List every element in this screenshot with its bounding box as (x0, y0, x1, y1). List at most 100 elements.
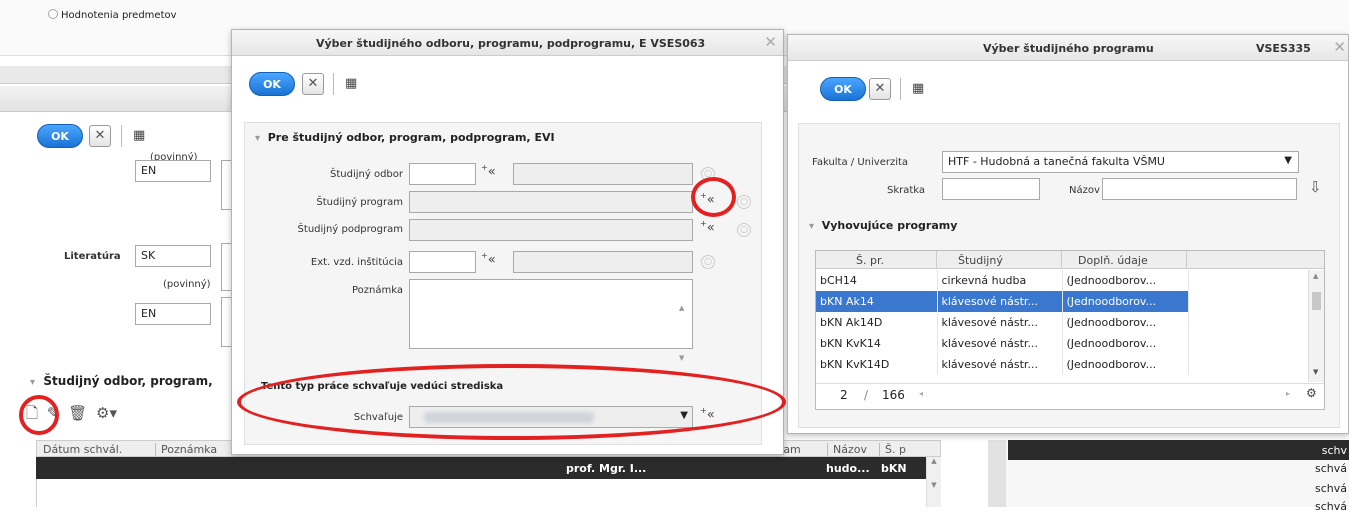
grid-icon[interactable]: ▦ (912, 81, 924, 96)
grid-icon[interactable]: ▦ (345, 76, 357, 91)
table-cell: (Jednoodborov... (1062, 270, 1189, 291)
lang-en-field-2[interactable]: EN (135, 303, 211, 325)
clear-podprogram-icon[interactable]: ○ (737, 223, 751, 237)
ext-code-input[interactable] (409, 251, 476, 273)
table-row[interactable]: bKN KvK14D klávesové nástr... (Jednoodboro… (816, 354, 1189, 375)
programs-rows: bCH14 cirkevná hudba (Jednoodborov... bKN A… (816, 270, 1189, 375)
povinny-label: (povinný) (163, 279, 211, 290)
col-divider (936, 251, 937, 269)
bg-toolbar-separator (121, 125, 122, 147)
dropdown-arrow-icon: ▼ (1284, 155, 1292, 166)
table-row[interactable]: bKN Ak14D klávesové nástr... (Jednoodborov… (816, 312, 1189, 333)
bg-right-header-row: schv (1008, 440, 1349, 460)
table-cell: bKN KvK14 (816, 333, 938, 354)
close-icon[interactable]: ✕ (764, 33, 777, 51)
table-row[interactable]: bKN KvK14 klávesové nástr... (Jednoodborov… (816, 333, 1189, 354)
search-down-icon[interactable]: ⇩ (1309, 178, 1322, 196)
pager-page[interactable]: 2 (840, 388, 848, 402)
odbor-code-input[interactable] (409, 163, 476, 185)
dialog2-ok-button[interactable]: OK (820, 77, 866, 101)
bg-textarea-edge-2 (221, 243, 231, 291)
scroll-up-icon[interactable]: ▲ (1313, 272, 1318, 280)
pager-sep: / (864, 388, 869, 402)
table-cell: klávesové nástr... (937, 354, 1063, 375)
clear-ext-icon[interactable]: ○ (701, 255, 715, 269)
clear-program-icon[interactable]: ○ (737, 195, 751, 209)
right-cell-2: schvá (1314, 482, 1347, 495)
collapse-icon: ▾ (809, 221, 815, 232)
programs-header: Š. pr. Študijný Doplň. údaje (816, 251, 1324, 269)
col-sp-pr[interactable]: Š. pr. (856, 254, 884, 267)
bg-ok-button[interactable]: OK (37, 124, 83, 148)
col-studijny[interactable]: Študijný (958, 254, 1003, 267)
close-icon[interactable]: ✕ (1333, 38, 1346, 56)
row-sp: bKN (881, 462, 907, 475)
literatura-label: Literatúra (64, 251, 121, 262)
label-podprogram: Študijný podprogram (297, 224, 403, 235)
dialog2-matching-header[interactable]: ▾ Vyhovujúce programy (809, 219, 957, 232)
col-poznamka[interactable]: Poznámka (155, 443, 217, 456)
col-sp[interactable]: Š. p (879, 443, 906, 456)
annotation-circle-program-pick (691, 177, 736, 217)
table-cell: cirkevná hudba (937, 270, 1063, 291)
trash-icon[interactable]: 🗑 (68, 404, 87, 422)
table-cell: bKN Ak14 (816, 291, 938, 312)
bg-textarea-edge-3 (221, 297, 231, 347)
bg-cancel-button[interactable]: ✕ (89, 125, 111, 147)
skratka-input[interactable] (942, 178, 1040, 200)
bg-selected-row[interactable]: prof. Mgr. I... hudo... bKN (36, 457, 926, 479)
bg-textarea-edge-1 (221, 160, 231, 210)
bg-section-header[interactable]: ▾ Študijný odbor, program, (30, 374, 213, 388)
dialog2-cancel-button[interactable]: ✕ (869, 78, 891, 100)
lang-en-field-1[interactable]: EN (135, 160, 211, 182)
scroll-right-icon[interactable]: ▸ (1286, 389, 1290, 398)
dialog2-titlebar: Výber študijného programu VSES335 ✕ (788, 35, 1348, 61)
dialog1-section-header[interactable]: ▾ Pre študijný odbor, program, podprogra… (255, 131, 555, 144)
grid-icon[interactable]: ▦ (133, 128, 145, 143)
dialog1-cancel-button[interactable]: ✕ (302, 73, 324, 95)
dialog2-section: Fakulta / Univerzita HTF - Hudobná a tan… (798, 123, 1340, 428)
poznamka-scroll-icon[interactable]: ▲ ▼ (679, 283, 684, 383)
tab-hodnotenia-predmetov[interactable]: Hodnotenia predmetov (48, 9, 177, 21)
col-nazov[interactable]: Názov (827, 443, 867, 456)
pager-total: 166 (882, 388, 905, 402)
podprogram-field[interactable] (409, 219, 693, 241)
table-cell: (Jednoodborov... (1062, 312, 1189, 333)
dialog1-section-title: Pre študijný odbor, program, podprogram,… (267, 131, 555, 144)
col-datum-schval[interactable]: Dátum schvál. (43, 443, 122, 456)
tab-label: Hodnotenia predmetov (61, 10, 177, 21)
table-row[interactable]: bCH14 cirkevná hudba (Jednoodborov... (816, 270, 1189, 291)
dialog1-ok-button[interactable]: OK (249, 72, 295, 96)
table-cell: bKN Ak14D (816, 312, 938, 333)
col-doplnkove[interactable]: Doplň. údaje (1078, 254, 1148, 267)
faculty-select[interactable]: HTF - Hudobná a tanečná fakulta VŠMU ▼ (942, 151, 1299, 173)
poznamka-textarea[interactable] (409, 279, 693, 349)
table-row[interactable]: bKN Ak14 klávesové nástr... (Jednoodborov.… (816, 291, 1189, 312)
settings-gear-icon[interactable]: ⚙ (1306, 386, 1317, 400)
scroll-down-icon[interactable]: ▼ (1313, 368, 1318, 376)
pick-podprogram-icon[interactable]: +« (700, 219, 715, 235)
row-nazov: hudo... (826, 462, 870, 475)
nazov-input[interactable] (1102, 178, 1297, 200)
dialog1-titlebar: Výber študijného odboru, programu, podpr… (232, 30, 783, 56)
label-nazov: Názov (1069, 185, 1100, 196)
scroll-thumb[interactable] (1312, 292, 1321, 310)
collapse-icon: ▾ (255, 133, 261, 144)
table-cell: bCH14 (816, 270, 938, 291)
pick-ext-icon[interactable]: +« (481, 251, 496, 267)
bg-right-scroll[interactable] (988, 440, 1006, 507)
bg-scrollbar[interactable]: ▲ ▼ (926, 457, 941, 507)
annotation-circle-new (19, 395, 59, 435)
table-cell: (Jednoodborov... (1062, 291, 1189, 312)
scroll-left-icon[interactable]: ◂ (919, 389, 923, 398)
lang-sk-field[interactable]: SK (135, 245, 211, 267)
pick-odbor-icon[interactable]: +« (481, 163, 496, 179)
dialog2-separator (900, 78, 901, 100)
pager: 2 / 166 ◂ ▸ ⚙ (816, 383, 1324, 407)
program-field[interactable] (409, 191, 693, 213)
collapse-icon: ▾ (30, 377, 36, 388)
dialog2-title: Výber študijného programu (983, 42, 1154, 55)
run-dropdown-icon[interactable]: ⚙▾ (96, 404, 117, 422)
programs-scrollbar[interactable]: ▲ ▼ (1308, 270, 1324, 382)
dialog1-title: Výber študijného odboru, programu, podpr… (316, 37, 706, 50)
